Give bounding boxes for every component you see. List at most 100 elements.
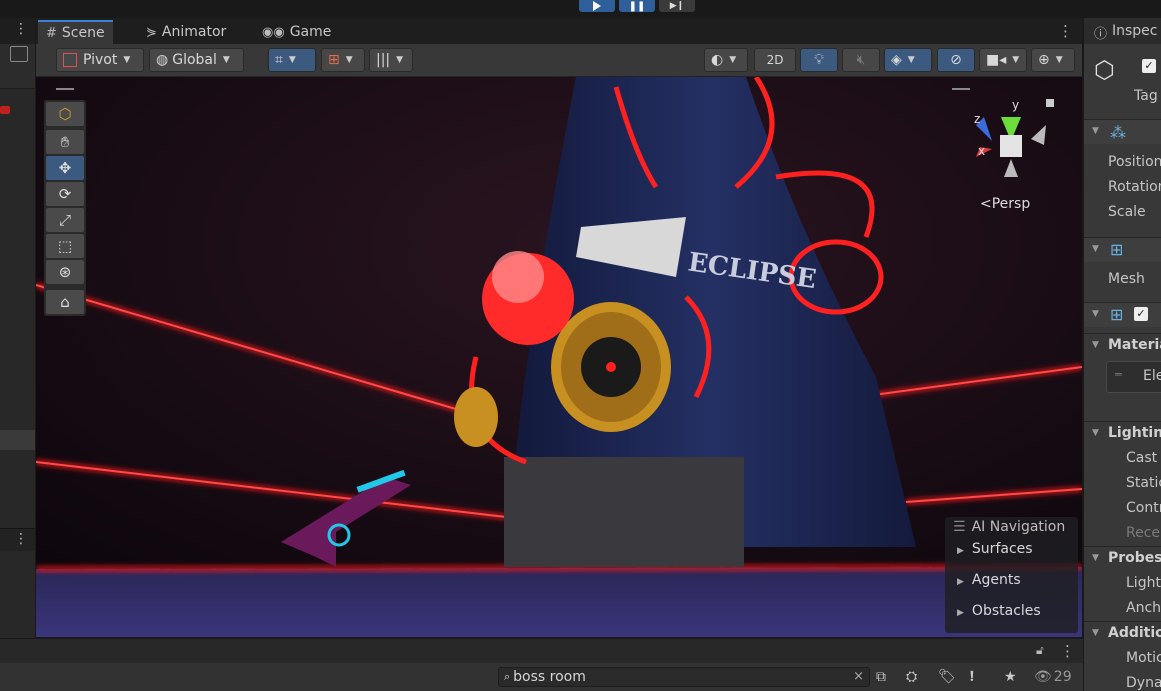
tab-game[interactable]: ◉◉ Game [254, 20, 339, 44]
custom-tool-button[interactable]: ⌂ [46, 290, 84, 314]
materials-label: Materia [1108, 337, 1161, 353]
global-dropdown[interactable]: ◍ Global ▼ [149, 48, 244, 72]
hierarchy-panel: ⋮ ⋮ [0, 18, 36, 638]
inspector-panel: ⓘ Inspec ⬡ ✓ Tag ▼ ⁂ Position Rotation Sc… [1083, 18, 1161, 691]
transform-icon: ⊛ [58, 263, 72, 281]
ai-nav-item-obstacles[interactable]: ▶ Obstacles [957, 603, 1041, 619]
more-options-icon[interactable]: ⋮ [14, 531, 28, 547]
camera-dropdown[interactable]: ■◂ ▼ [979, 48, 1027, 72]
gizmos-dropdown[interactable]: ⊕ ▼ [1031, 48, 1075, 72]
play-button[interactable] [579, 0, 615, 12]
chevron-down-icon: ▼ [1012, 55, 1020, 65]
selected-row[interactable] [0, 430, 35, 450]
audio-toggle[interactable]: 🔇︎ [842, 48, 880, 72]
lock-icon[interactable] [1046, 99, 1054, 107]
ai-nav-item-agents[interactable]: ▶ Agents [957, 572, 1021, 588]
hand-tool-button[interactable]: ✋︎ [46, 130, 84, 154]
position-label: Position [1108, 154, 1161, 170]
eye-slash-icon: ⊘ [950, 52, 962, 68]
additional-settings-header[interactable]: ▼ Additio [1084, 621, 1161, 646]
chevron-down-icon: ▼ [396, 55, 404, 65]
inspector-tab[interactable]: ⓘ Inspec [1084, 18, 1161, 44]
lock-icon[interactable]: 🔓︎ [1036, 643, 1044, 658]
enabled-checkbox[interactable]: ✓ [1134, 307, 1148, 321]
gizmo-y-label: y [1012, 98, 1019, 112]
effects-dropdown[interactable]: ◈ ▼ [884, 48, 932, 72]
ai-navigation-label: AI Navigation [971, 519, 1066, 535]
scene-viewport[interactable]: ECLIPSE y z x [36, 77, 1082, 637]
transform-tool-button[interactable]: ⊛ [46, 260, 84, 284]
hand-icon: ✋︎ [60, 133, 70, 151]
additional-settings-label: Additio [1108, 625, 1161, 641]
search-value: boss room [513, 669, 586, 685]
transform-header[interactable]: ▼ ⁂ [1084, 119, 1161, 144]
globe-icon: ◍ [156, 52, 169, 68]
pivot-icon [63, 53, 77, 67]
probes-header[interactable]: ▼ Probes [1084, 546, 1161, 571]
scale-tool-button[interactable]: ⤢ [46, 208, 84, 232]
rotation-label: Rotation [1108, 179, 1161, 195]
tab-label: Animator [161, 24, 227, 40]
hidden-packages-toggle[interactable]: 👁︎ 29 [1034, 669, 1072, 685]
chevron-down-icon: ▼ [1092, 340, 1099, 350]
search-by-type-icon[interactable]: ⧉ [876, 669, 886, 685]
drag-handle[interactable] [56, 88, 74, 90]
pause-button[interactable]: ❚❚ [619, 0, 655, 12]
persp-label: Persp [991, 196, 1031, 212]
global-label: Global [172, 52, 217, 68]
tab-scene[interactable]: # Scene [38, 20, 113, 44]
increment-snap-toggle[interactable]: ||| ▼ [369, 48, 413, 72]
light-probes-label: Light [1126, 575, 1161, 591]
step-button[interactable]: ▶❙ [659, 0, 695, 12]
scale-label: Scale [1108, 204, 1146, 220]
grid-snap-toggle[interactable]: ⌗ ▼ [268, 48, 316, 72]
inspector-tab-label: Inspec [1112, 23, 1158, 39]
probes-label: Probes [1108, 550, 1161, 566]
play-icon [593, 1, 601, 11]
pivot-dropdown[interactable]: Pivot ▼ [56, 48, 144, 72]
more-options-icon[interactable]: ⋮ [14, 21, 28, 37]
filter-by-label-icon[interactable]: 🏷︎ [938, 669, 956, 685]
filter-by-type-icon[interactable]: ⛭ [906, 669, 917, 685]
materials-header[interactable]: ▼ Materia [1084, 333, 1161, 358]
favorite-star-icon[interactable]: ★ [1004, 669, 1017, 685]
perspective-toggle[interactable]: <Persp [980, 196, 1030, 212]
ai-nav-item-surfaces[interactable]: ▶ Surfaces [957, 541, 1033, 557]
2d-toggle[interactable]: 2D [754, 48, 796, 72]
more-options-icon[interactable]: ⋮ [1058, 22, 1073, 40]
static-shadow-label: Static [1126, 475, 1161, 491]
layers-icon: ◈ [891, 52, 902, 68]
drag-handle-icon: ═ [1115, 368, 1122, 381]
maximize-icon[interactable] [10, 46, 28, 62]
draw-mode-dropdown[interactable]: ◐ ▼ [704, 48, 748, 72]
clear-icon[interactable]: × [853, 669, 864, 684]
animator-icon: ⋟ [146, 24, 157, 40]
scene-visibility-toggle[interactable]: ⊘ [937, 48, 975, 72]
tag-label: Tag [1134, 88, 1158, 104]
search-icon: ⌕ [504, 670, 511, 683]
search-input[interactable]: ⌕ boss room × [498, 667, 870, 687]
scene-tab-bar: # Scene ⋟ Animator ◉◉ Game ⋮ [36, 18, 1082, 44]
mesh-renderer-header[interactable]: ▼ ⊞ ✓ [1084, 302, 1161, 327]
lighting-header[interactable]: ▼ Lighting [1084, 421, 1161, 446]
rect-tool-button[interactable]: ⬚ [46, 234, 84, 258]
more-options-icon[interactable]: ⋮ [1060, 642, 1075, 660]
move-tool-button[interactable]: ✥ [46, 156, 84, 180]
view-tool-button[interactable]: ⬡ [46, 102, 84, 126]
grid-visibility-toggle[interactable]: ⊞ ▼ [321, 48, 365, 72]
shading-icon: ◐ [711, 52, 724, 68]
rotate-tool-button[interactable]: ⟳ [46, 182, 84, 206]
2d-label: 2D [766, 53, 784, 67]
chevron-down-icon: ▼ [345, 55, 353, 65]
element-field[interactable]: ═ Ele [1106, 361, 1161, 393]
rect-icon: ⬚ [57, 237, 73, 255]
rotate-icon: ⟳ [58, 185, 72, 203]
hierarchy-toolbar [0, 44, 35, 114]
ai-navigation-title[interactable]: ☰ AI Navigation [953, 519, 1065, 535]
active-checkbox[interactable]: ✓ [1142, 59, 1156, 73]
lighting-toggle[interactable]: 💡︎ [800, 48, 838, 72]
grid-snap-icon: ⌗ [275, 52, 283, 68]
tab-animator[interactable]: ⋟ Animator [138, 20, 234, 44]
warning-icon[interactable]: ❗︎ [970, 669, 974, 685]
mesh-filter-header[interactable]: ▼ ⊞ [1084, 237, 1161, 262]
